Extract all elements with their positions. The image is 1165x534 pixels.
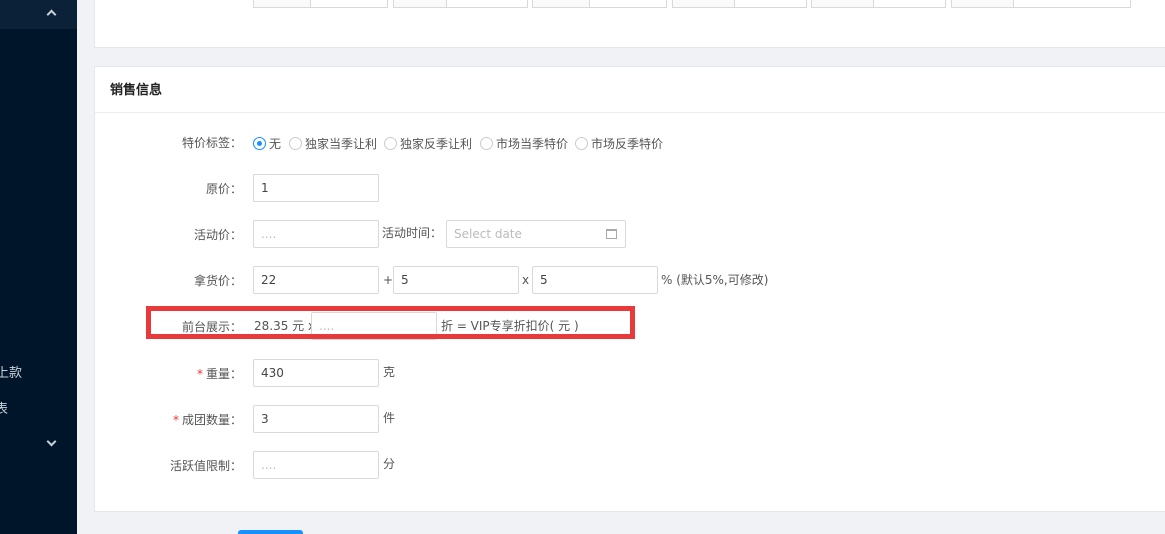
cost-price-label: 拿货价： (193, 274, 242, 288)
times-sign: x (522, 273, 530, 287)
radio-exclusive-offseason[interactable]: 独家反季让利 (384, 135, 472, 152)
sidebar-item-label[interactable]: 表 (0, 398, 8, 417)
weight-label: * 重量： (150, 365, 242, 382)
plus-sign: + (383, 273, 394, 287)
cost-rate-hint: % (默认5%,可修改) (661, 273, 769, 287)
activity-limit-label: 活跃值限制： (169, 459, 242, 473)
radio-market-season[interactable]: 市场当季特价 (480, 135, 568, 152)
cost-base-input[interactable]: 22 (253, 266, 379, 294)
cost-rate-input[interactable]: 5 (532, 266, 658, 294)
radio-label: 无 (269, 137, 282, 151)
activity-time-label: 活动时间： (382, 226, 443, 240)
required-mark: * (172, 413, 179, 427)
price-tag-label: 特价标签： (181, 136, 242, 150)
chevron-down-icon[interactable] (46, 436, 57, 447)
spec-input-group[interactable] (811, 0, 946, 8)
activity-price-label: 活动价： (193, 228, 242, 242)
spec-input-group[interactable] (532, 0, 667, 8)
radio-label: 独家当季让利 (305, 137, 378, 151)
radio-label: 市场反季特价 (591, 137, 664, 151)
radio-unchecked-icon (480, 137, 493, 150)
divider (95, 112, 1165, 113)
radio-label: 独家反季让利 (400, 137, 473, 151)
activity-limit-unit: 分 (383, 457, 396, 471)
spec-input-group[interactable] (951, 0, 1131, 8)
group-qty-label-text: 成团数量： (181, 413, 242, 427)
section-title: 销售信息 (110, 83, 163, 98)
highlight-box (146, 306, 635, 339)
weight-input[interactable]: 430 (253, 359, 379, 387)
original-price-label: 原价： (205, 182, 242, 196)
radio-market-offseason[interactable]: 市场反季特价 (575, 135, 663, 152)
cost-add-input[interactable]: 5 (393, 266, 519, 294)
group-qty-unit: 件 (383, 411, 396, 425)
activity-limit-input[interactable]: .... (253, 451, 379, 479)
radio-unchecked-icon (289, 137, 302, 150)
required-mark: * (196, 367, 203, 381)
spec-input-group[interactable] (253, 0, 388, 8)
activity-price-input[interactable]: .... (253, 220, 379, 248)
datepicker-placeholder: Select date (454, 227, 522, 241)
radio-label: 市场当季特价 (496, 137, 569, 151)
radio-checked-icon (253, 137, 266, 150)
spec-input-group[interactable] (672, 0, 807, 8)
group-qty-label: * 成团数量： (150, 411, 242, 428)
sidebar-item-label[interactable]: 上款 (0, 362, 22, 381)
radio-unchecked-icon (575, 137, 588, 150)
radio-unchecked-icon (384, 137, 397, 150)
activity-time-datepicker[interactable]: Select date (446, 220, 626, 248)
sidebar-collapse-header[interactable] (0, 0, 77, 29)
calendar-icon (606, 229, 617, 239)
weight-unit: 克 (383, 365, 396, 379)
group-qty-input[interactable]: 3 (253, 405, 379, 433)
original-price-input[interactable]: 1 (253, 174, 379, 202)
weight-label-text: 重量： (205, 367, 242, 381)
radio-none[interactable]: 无 (253, 135, 281, 152)
spec-input-group[interactable] (393, 0, 528, 8)
submit-button[interactable] (238, 530, 303, 534)
sidebar: 上款 表 (0, 0, 77, 534)
radio-exclusive-season[interactable]: 独家当季让利 (289, 135, 377, 152)
chevron-up-icon (46, 9, 57, 20)
